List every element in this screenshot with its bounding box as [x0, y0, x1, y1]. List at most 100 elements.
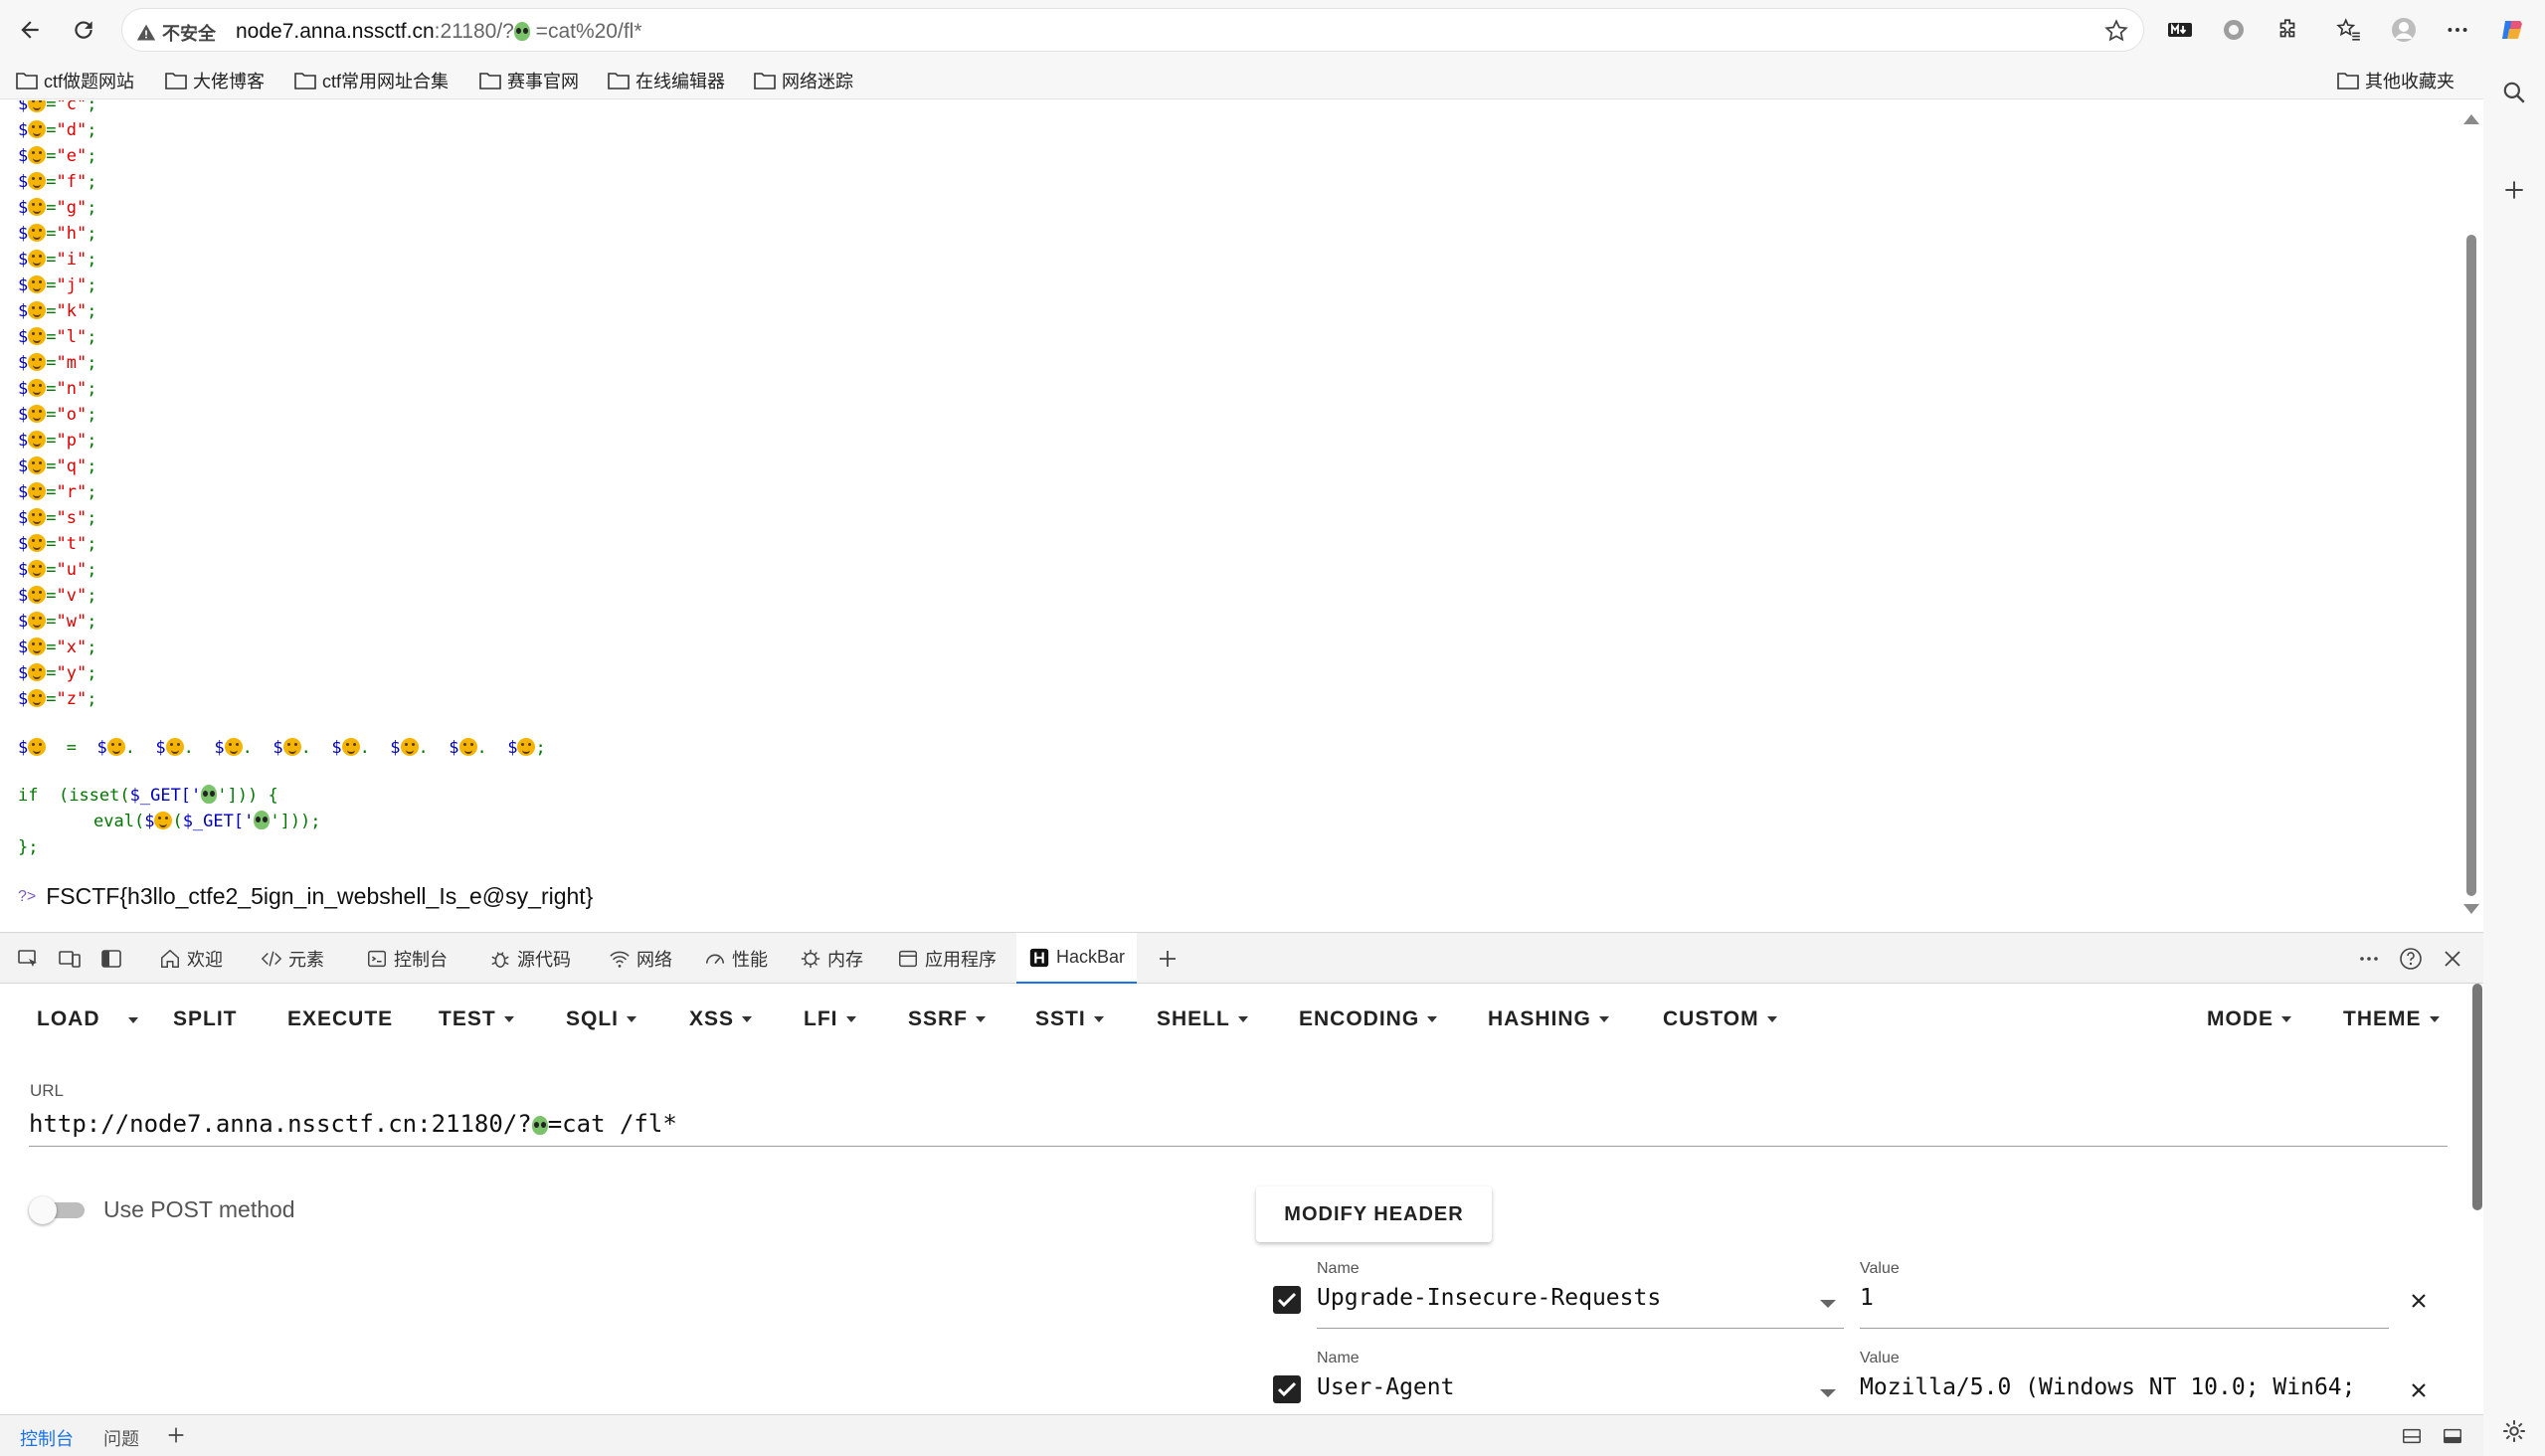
address-url[interactable]: node7.anna.nssctf.cn:21180/? =cat%20/fl*: [236, 20, 642, 44]
extensions-button[interactable]: [2272, 14, 2303, 46]
help-icon[interactable]: [2399, 947, 2423, 971]
undock-drawer-icon[interactable]: [2401, 1425, 2423, 1447]
tab-label: 性能: [732, 950, 768, 970]
favorite-star-icon[interactable]: [2103, 18, 2129, 44]
add-tab-icon[interactable]: [1156, 947, 1180, 971]
split-button[interactable]: SPLIT: [173, 1007, 238, 1031]
plus-icon[interactable]: [2501, 177, 2527, 203]
load-dropdown[interactable]: [128, 1017, 138, 1023]
test-menu[interactable]: TEST: [439, 1007, 514, 1031]
tab-application[interactable]: 应用程序: [893, 933, 1000, 985]
hackbar-scrollbar[interactable]: [2471, 984, 2483, 1414]
bookmark-folder[interactable]: 赛事官网: [479, 68, 579, 93]
ssrf-menu[interactable]: SSRF: [908, 1007, 987, 1031]
url-input-prefix: http://node7.anna.nssctf.cn:21180/?: [29, 1110, 532, 1138]
folder-icon: [479, 73, 501, 90]
more-tools-icon[interactable]: [2357, 947, 2381, 971]
remove-header-icon[interactable]: [2407, 1378, 2431, 1402]
xss-menu[interactable]: XSS: [689, 1007, 753, 1031]
search-icon[interactable]: [2501, 80, 2527, 105]
bookmark-folder[interactable]: ctf常用网址合集: [294, 68, 449, 93]
var-sigil: $: [273, 738, 283, 758]
tab-label: 控制台: [394, 950, 448, 970]
bookmark-folder[interactable]: 网络迷踪: [754, 68, 853, 93]
favorites-button[interactable]: [2333, 14, 2365, 46]
header-name-input[interactable]: User-Agent: [1317, 1374, 1454, 1400]
tab-performance[interactable]: 性能: [700, 933, 772, 985]
post-method-toggle[interactable]: [29, 1196, 87, 1224]
drawer-tab-console[interactable]: 控制台: [20, 1425, 74, 1451]
markdown-extension-button[interactable]: [2164, 14, 2196, 46]
sidebar-toggle-icon[interactable]: [99, 947, 123, 971]
scroll-up-arrow[interactable]: [2463, 114, 2479, 124]
tab-sources[interactable]: 源代码: [485, 933, 575, 985]
header-value-input[interactable]: 1: [1860, 1285, 1874, 1311]
device-emulation-icon[interactable]: [58, 947, 82, 971]
chevron-down-icon[interactable]: [1820, 1300, 1836, 1308]
profile-button[interactable]: [2388, 14, 2420, 46]
url-input[interactable]: http://node7.anna.nssctf.cn:21180/? =cat …: [29, 1110, 677, 1138]
back-button[interactable]: [10, 10, 50, 50]
bookmark-folder[interactable]: ctf做题网站: [16, 68, 134, 93]
execute-button[interactable]: EXECUTE: [287, 1007, 393, 1031]
security-indicator[interactable]: 不安全: [136, 20, 216, 46]
close-devtools-icon[interactable]: [2441, 947, 2464, 971]
bookmark-folder[interactable]: 大佬博客: [165, 68, 265, 93]
add-drawer-tab-icon[interactable]: [165, 1424, 187, 1446]
assignment-letter: l: [66, 327, 77, 347]
extension-circle-button[interactable]: [2218, 14, 2250, 46]
tab-memory[interactable]: 内存: [796, 933, 867, 985]
inspect-element-icon[interactable]: [16, 947, 40, 971]
bookmark-other-folder[interactable]: 其他收藏夹: [2337, 68, 2454, 93]
assignment-line: $ ="h";: [18, 224, 97, 244]
page-scrollbar[interactable]: [2459, 100, 2483, 931]
address-bar[interactable]: 不安全 node7.anna.nssctf.cn:21180/? =cat%20…: [121, 8, 2144, 52]
header-enable-checkbox[interactable]: [1273, 1286, 1301, 1314]
chevron-down-icon[interactable]: [1820, 1389, 1836, 1397]
assignment-line: $ ="u";: [18, 560, 97, 580]
settings-gear-icon[interactable]: [2501, 1418, 2527, 1444]
remove-header-icon[interactable]: [2407, 1289, 2431, 1313]
modify-header-button[interactable]: MODIFY HEADER: [1256, 1186, 1492, 1242]
chevron-down-icon: [845, 1016, 856, 1022]
scrollbar-thumb[interactable]: [2466, 235, 2476, 896]
copilot-button[interactable]: [2496, 14, 2528, 46]
reload-button[interactable]: [64, 10, 103, 50]
header-enable-checkbox[interactable]: [1273, 1375, 1301, 1403]
drawer-tab-issues[interactable]: 问题: [103, 1425, 139, 1451]
encoding-menu[interactable]: ENCODING: [1299, 1007, 1438, 1031]
tab-elements[interactable]: 元素: [257, 933, 328, 985]
more-menu-button[interactable]: [2442, 14, 2473, 46]
header-value-input[interactable]: Mozilla/5.0 (Windows NT 10.0; Win64;: [1860, 1374, 2387, 1400]
assignment-letter: d: [66, 120, 77, 140]
scrollbar-thumb[interactable]: [2472, 984, 2482, 1210]
tab-console[interactable]: 控制台: [362, 933, 452, 985]
mode-menu[interactable]: MODE: [2207, 1007, 2291, 1031]
bookmark-folder[interactable]: 在线编辑器: [608, 68, 725, 93]
ssti-menu[interactable]: SSTI: [1035, 1007, 1104, 1031]
lfi-menu[interactable]: LFI: [804, 1007, 856, 1031]
dock-drawer-icon[interactable]: [2442, 1425, 2463, 1447]
var-sigil: $: [18, 456, 29, 476]
tab-welcome[interactable]: 欢迎: [155, 933, 227, 985]
load-button[interactable]: LOAD: [37, 1007, 100, 1031]
url-query: =cat%20/fl*: [529, 20, 642, 43]
application-icon: [899, 950, 917, 968]
theme-menu[interactable]: THEME: [2343, 1007, 2440, 1031]
custom-menu[interactable]: CUSTOM: [1663, 1007, 1777, 1031]
chevron-down-icon: [1598, 1016, 1609, 1022]
header-name-input[interactable]: Upgrade-Insecure-Requests: [1317, 1285, 1661, 1311]
sqli-menu[interactable]: SQLI: [566, 1007, 637, 1031]
devtools-drawer-bar: 控制台 问题: [0, 1414, 2483, 1456]
assignment-line: $ ="f";: [18, 172, 97, 192]
chevron-down-icon: [627, 1016, 637, 1022]
var-sigil: $: [18, 482, 29, 502]
var-sigil: $: [214, 738, 225, 758]
shell-menu[interactable]: SHELL: [1157, 1007, 1248, 1031]
tab-network[interactable]: 网络: [605, 933, 676, 985]
hashing-menu[interactable]: HASHING: [1488, 1007, 1609, 1031]
tab-hackbar[interactable]: HackBar: [1016, 933, 1138, 985]
toggle-knob: [29, 1196, 57, 1224]
var-sigil: $: [18, 637, 29, 657]
scroll-down-arrow[interactable]: [2463, 904, 2479, 914]
